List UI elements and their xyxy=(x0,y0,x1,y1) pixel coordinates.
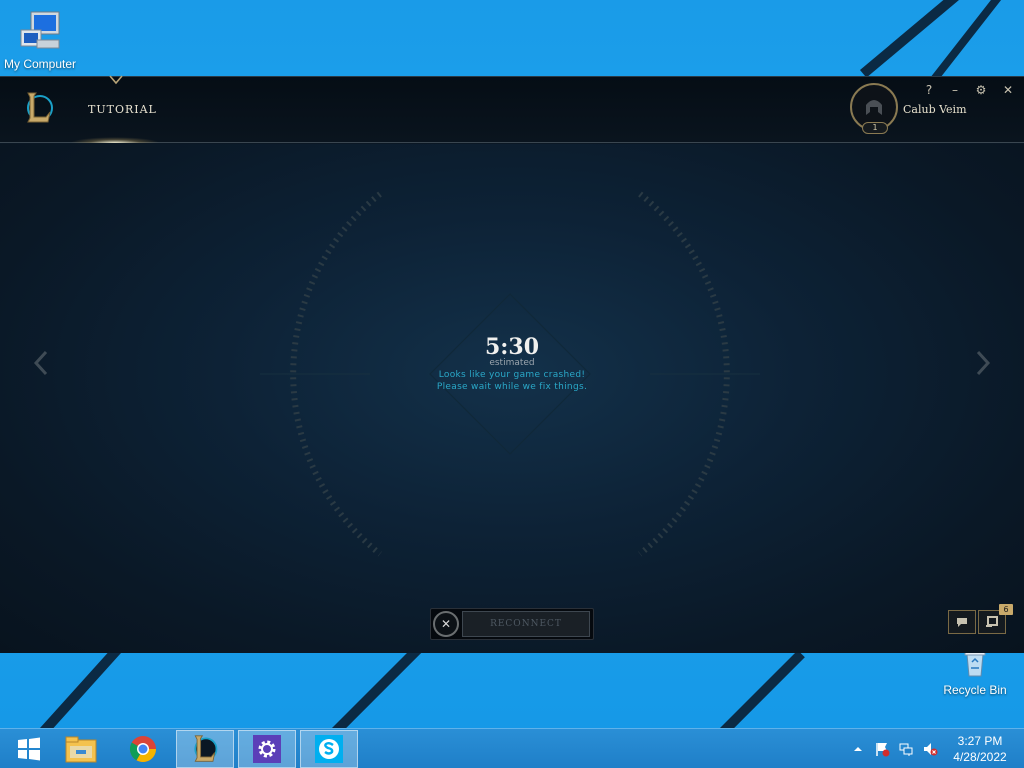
settings-button[interactable]: ⚙ xyxy=(972,81,990,99)
volume-muted-icon[interactable] xyxy=(922,741,938,757)
game-client-window: TUTORIAL ? – ⚙ ✕ 1 Calub Veim 5:30 estim… xyxy=(0,75,1024,653)
notification-count-badge: 6 xyxy=(999,604,1013,615)
taskbar-file-explorer[interactable] xyxy=(52,730,110,768)
estimated-label: estimated xyxy=(489,358,535,368)
desktop-icon-recycle-bin[interactable]: Recycle Bin xyxy=(935,651,1015,697)
league-logo-icon[interactable] xyxy=(24,91,54,125)
chat-icon xyxy=(957,618,967,627)
taskbar-league-client[interactable] xyxy=(176,730,234,768)
cancel-button[interactable]: ✕ xyxy=(433,611,459,637)
clock-time[interactable]: 3:27 PM xyxy=(950,734,1010,748)
skype-icon xyxy=(315,735,343,763)
folder-icon xyxy=(65,736,97,763)
league-logo-icon xyxy=(194,735,218,762)
desktop-icon-label: Recycle Bin xyxy=(943,683,1007,697)
status-message: Looks like your game crashed! xyxy=(438,370,586,380)
taskbar-settings[interactable] xyxy=(238,730,296,768)
start-button[interactable] xyxy=(0,730,58,768)
chrome-icon xyxy=(129,736,157,763)
client-header: TUTORIAL ? – ⚙ ✕ 1 Calub Veim xyxy=(0,75,1024,143)
wallpaper-stripe xyxy=(40,638,128,735)
desktop-icon-my-computer[interactable]: My Computer xyxy=(0,10,80,71)
taskbar: 3:27 PM 4/28/2022 xyxy=(0,728,1024,768)
nav-active-indicator xyxy=(70,137,160,143)
taskbar-skype[interactable] xyxy=(300,730,358,768)
clock-date[interactable]: 4/28/2022 xyxy=(950,750,1010,764)
gear-icon xyxy=(253,735,281,763)
level-badge: 1 xyxy=(862,122,888,134)
taskbar-chrome[interactable] xyxy=(114,730,172,768)
chevron-right-icon[interactable] xyxy=(972,349,994,377)
close-button[interactable]: ✕ xyxy=(999,81,1017,99)
status-message: Please wait while we fix things. xyxy=(436,382,588,392)
chevron-left-icon[interactable] xyxy=(30,349,52,377)
nav-tab-tutorial[interactable]: TUTORIAL xyxy=(88,103,157,116)
action-center-flag-icon[interactable] xyxy=(874,741,890,757)
summoner-name[interactable]: Calub Veim xyxy=(903,103,967,116)
chevron-down-icon xyxy=(109,75,123,85)
network-icon[interactable] xyxy=(898,741,914,757)
wallpaper-stripe xyxy=(720,650,805,736)
desktop-icon-label: My Computer xyxy=(3,57,77,71)
queue-screen: 5:30 estimated Looks like your game cras… xyxy=(0,144,1024,653)
windows-logo-icon xyxy=(18,737,40,761)
reconnect-button[interactable]: RECONNECT xyxy=(462,611,590,637)
queue-timer: 5:30 xyxy=(484,334,540,360)
minimize-button[interactable]: – xyxy=(946,81,964,99)
chat-button[interactable] xyxy=(948,610,976,634)
computer-icon xyxy=(20,11,60,49)
show-hidden-icons-icon[interactable] xyxy=(850,741,866,757)
recycle-bin-icon xyxy=(964,651,986,677)
help-button[interactable]: ? xyxy=(920,81,938,99)
wallpaper-stripe xyxy=(330,645,422,738)
